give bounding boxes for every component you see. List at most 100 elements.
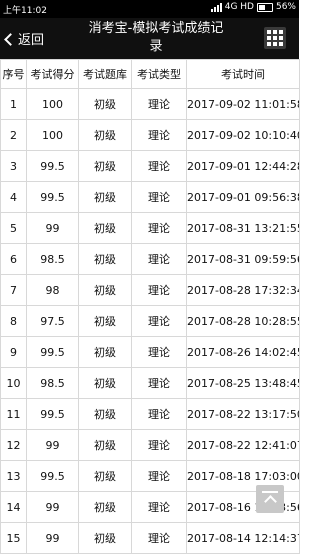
page-title-line2: 录: [149, 39, 163, 54]
cell-time: 2017-09-01 12:44:28: [186, 150, 300, 182]
column-header-index: 序号: [0, 59, 27, 89]
cell-bank: 初级: [78, 305, 132, 337]
cell-bank: 初级: [78, 460, 132, 492]
cell-index: 13: [0, 460, 27, 492]
grid-menu-icon: [267, 30, 271, 34]
status-time: 上午11:02: [3, 6, 47, 16]
cell-score: 98.5: [26, 367, 79, 399]
cell-score: 100: [26, 88, 79, 120]
battery-percent: 56%: [275, 2, 296, 12]
cell-bank: 初级: [78, 243, 132, 275]
cell-type: 理论: [131, 305, 187, 337]
table-row[interactable]: 15 99 初级 理论 2017-08-14 12:14:37: [0, 522, 300, 554]
table-row[interactable]: 13 99.5 初级 理论 2017-08-18 17:03:00: [0, 460, 300, 492]
cell-index: 12: [0, 429, 27, 461]
cell-time: 2017-08-26 14:02:45: [186, 336, 300, 368]
cell-time: 2017-08-28 17:32:34: [186, 274, 300, 306]
table-row[interactable]: 9 99.5 初级 理论 2017-08-26 14:02:45: [0, 336, 300, 368]
cell-score: 100: [26, 119, 79, 151]
network-label: 4G HD: [224, 2, 254, 12]
back-label: 返回: [18, 33, 45, 48]
cell-type: 理论: [131, 491, 187, 523]
chevron-left-icon: [4, 32, 17, 46]
column-header-bank: 考试题库: [78, 59, 132, 89]
cell-time: 2017-08-25 13:48:45: [186, 367, 300, 399]
cell-score: 99.5: [26, 398, 79, 430]
cell-bank: 初级: [78, 522, 132, 554]
cell-time: 2017-08-28 10:28:55: [186, 305, 300, 337]
cell-type: 理论: [131, 119, 187, 151]
cell-score: 98: [26, 274, 79, 306]
exam-records-table: 序号 考试得分 考试题库 考试类型 考试时间 1 100 初级 理论 2017-09-0…: [0, 59, 300, 554]
table-row[interactable]: 7 98 初级 理论 2017-08-28 17:32:34: [0, 274, 300, 306]
cell-score: 99.5: [26, 181, 79, 213]
page-title-line1: 消考宝-模拟考试成绩记: [88, 21, 224, 36]
table-row[interactable]: 2 100 初级 理论 2017-09-02 10:10:40: [0, 119, 300, 151]
cell-time: 2017-08-22 13:17:50: [186, 398, 300, 430]
cell-index: 10: [0, 367, 27, 399]
cell-index: 1: [0, 88, 27, 120]
cell-index: 4: [0, 181, 27, 213]
cell-bank: 初级: [78, 150, 132, 182]
status-indicators: 4G HD 56%: [210, 2, 296, 12]
table-row[interactable]: 4 99.5 初级 理论 2017-09-01 09:56:38: [0, 181, 300, 213]
cell-score: 99: [26, 212, 79, 244]
cell-index: 2: [0, 119, 27, 151]
cell-bank: 初级: [78, 367, 132, 399]
column-header-time: 考试时间: [186, 59, 300, 89]
cell-bank: 初级: [78, 119, 132, 151]
cell-bank: 初级: [78, 398, 132, 430]
cell-type: 理论: [131, 243, 187, 275]
cell-index: 9: [0, 336, 27, 368]
cell-index: 8: [0, 305, 27, 337]
cell-type: 理论: [131, 212, 187, 244]
scroll-to-top-icon: [262, 491, 278, 493]
table-row[interactable]: 12 99 初级 理论 2017-08-22 12:41:07: [0, 429, 300, 461]
cell-score: 99.5: [26, 150, 79, 182]
cell-time: 2017-09-02 10:10:40: [186, 119, 300, 151]
cell-index: 3: [0, 150, 27, 182]
cell-score: 99.5: [26, 460, 79, 492]
cell-index: 6: [0, 243, 27, 275]
cell-score: 99: [26, 522, 79, 554]
table-row[interactable]: 6 98.5 初级 理论 2017-08-31 09:59:56: [0, 243, 300, 275]
cell-score: 99: [26, 429, 79, 461]
cell-bank: 初级: [78, 491, 132, 523]
cell-bank: 初级: [78, 88, 132, 120]
table-header-row: 序号 考试得分 考试题库 考试类型 考试时间: [0, 59, 300, 89]
table-row[interactable]: 8 97.5 初级 理论 2017-08-28 10:28:55: [0, 305, 300, 337]
signal-icon: [210, 2, 222, 12]
cell-score: 98.5: [26, 243, 79, 275]
table-row[interactable]: 5 99 初级 理论 2017-08-31 13:21:55: [0, 212, 300, 244]
column-header-score: 考试得分: [26, 59, 79, 89]
table-row[interactable]: 1 100 初级 理论 2017-09-02 11:01:58: [0, 88, 300, 120]
cell-time: 2017-08-14 12:14:37: [186, 522, 300, 554]
cell-index: 5: [0, 212, 27, 244]
cell-type: 理论: [131, 181, 187, 213]
column-header-type: 考试类型: [131, 59, 187, 89]
cell-time: 2017-08-22 12:41:07: [186, 429, 300, 461]
back-button[interactable]: 返回: [4, 29, 45, 48]
table-row[interactable]: 14 99 初级 理论 2017-08-16 12:13:56: [0, 491, 300, 523]
scroll-to-top-button[interactable]: [256, 485, 284, 513]
cell-index: 14: [0, 491, 27, 523]
cell-type: 理论: [131, 274, 187, 306]
cell-bank: 初级: [78, 212, 132, 244]
cell-type: 理论: [131, 460, 187, 492]
cell-score: 99: [26, 491, 79, 523]
cell-time: 2017-09-01 09:56:38: [186, 181, 300, 213]
cell-bank: 初级: [78, 429, 132, 461]
table-row[interactable]: 3 99.5 初级 理论 2017-09-01 12:44:28: [0, 150, 300, 182]
table-row[interactable]: 10 98.5 初级 理论 2017-08-25 13:48:45: [0, 367, 300, 399]
cell-score: 97.5: [26, 305, 79, 337]
cell-time: 2017-08-31 13:21:55: [186, 212, 300, 244]
app-header: 返回 消考宝-模拟考试成绩记 录: [0, 18, 299, 59]
cell-time: 2017-09-02 11:01:58: [186, 88, 300, 120]
table-row[interactable]: 11 99.5 初级 理论 2017-08-22 13:17:50: [0, 398, 300, 430]
cell-type: 理论: [131, 429, 187, 461]
cell-score: 99.5: [26, 336, 79, 368]
menu-button[interactable]: [264, 27, 286, 49]
cell-time: 2017-08-31 09:59:56: [186, 243, 300, 275]
cell-type: 理论: [131, 150, 187, 182]
status-bar: 上午11:02 4G HD 56%: [0, 0, 299, 18]
